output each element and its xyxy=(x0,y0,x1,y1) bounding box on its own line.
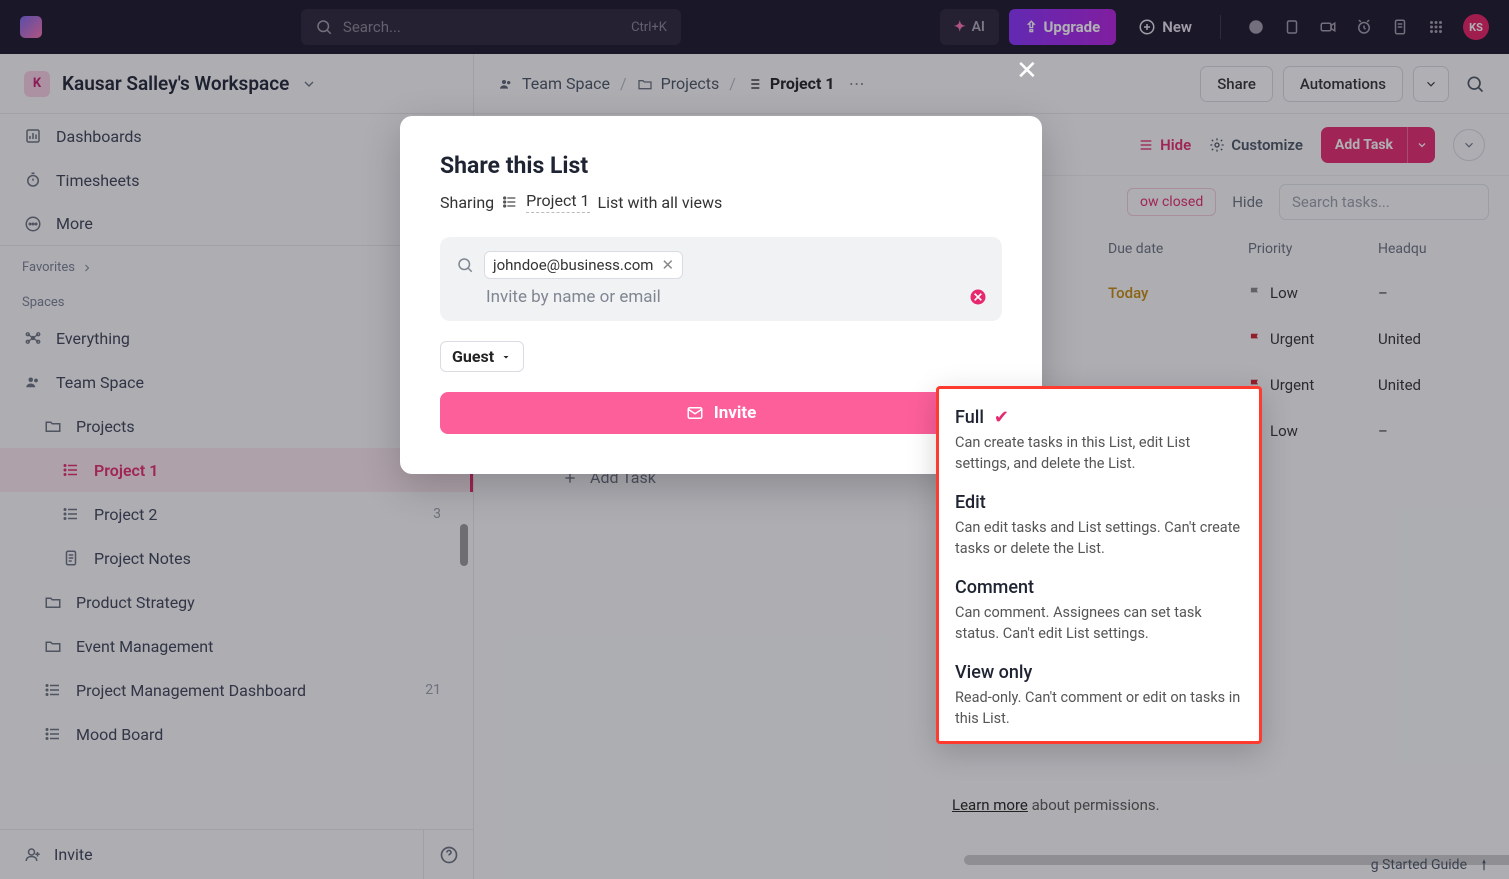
email-chip[interactable]: johndoe@business.com ✕ xyxy=(484,251,683,279)
list-icon xyxy=(502,194,518,210)
perm-option-view-only[interactable]: View only Read-only. Can't comment or ed… xyxy=(955,662,1243,729)
permission-footer: Learn more about permissions. xyxy=(952,796,1160,814)
envelope-icon xyxy=(686,404,704,422)
invite-button[interactable]: Invite xyxy=(440,392,1002,434)
perm-footer-text: about permissions. xyxy=(1028,796,1160,814)
perm-desc: Can comment. Assignees can set task stat… xyxy=(955,602,1243,644)
search-icon xyxy=(456,256,474,274)
close-button[interactable]: ✕ xyxy=(1016,56,1038,86)
invite-button-label: Invite xyxy=(714,403,757,423)
perm-desc: Can create tasks in this List, edit List… xyxy=(955,432,1243,474)
perm-title: View only xyxy=(955,662,1032,683)
role-dropdown[interactable]: Guest xyxy=(440,341,524,372)
modal-title: Share this List xyxy=(440,152,1002,179)
check-icon: ✔ xyxy=(994,407,1009,428)
perm-option-comment[interactable]: Comment Can comment. Assignees can set t… xyxy=(955,577,1243,644)
perm-title: Full xyxy=(955,407,984,428)
share-target[interactable]: Project 1 xyxy=(526,191,589,213)
chip-remove-icon[interactable]: ✕ xyxy=(661,256,674,274)
chip-email: johndoe@business.com xyxy=(493,256,653,274)
perm-title: Comment xyxy=(955,577,1034,598)
clear-all-icon[interactable] xyxy=(968,287,988,307)
perm-option-full[interactable]: Full ✔ Can create tasks in this List, edi… xyxy=(955,407,1243,474)
perm-title: Edit xyxy=(955,492,986,513)
invite-placeholder: Invite by name or email xyxy=(456,287,986,307)
perm-desc: Can edit tasks and List settings. Can't … xyxy=(955,517,1243,559)
role-label: Guest xyxy=(452,347,494,366)
permission-popover: Full ✔ Can create tasks in this List, edi… xyxy=(936,386,1262,744)
share-suffix: List with all views xyxy=(598,193,723,212)
learn-more-link[interactable]: Learn more xyxy=(952,796,1028,814)
invite-input-box[interactable]: johndoe@business.com ✕ Invite by name or… xyxy=(440,237,1002,321)
perm-option-edit[interactable]: Edit Can edit tasks and List settings. C… xyxy=(955,492,1243,559)
sharing-label: Sharing xyxy=(440,193,494,212)
perm-desc: Read-only. Can't comment or edit on task… xyxy=(955,687,1243,729)
caret-down-icon xyxy=(500,351,512,363)
